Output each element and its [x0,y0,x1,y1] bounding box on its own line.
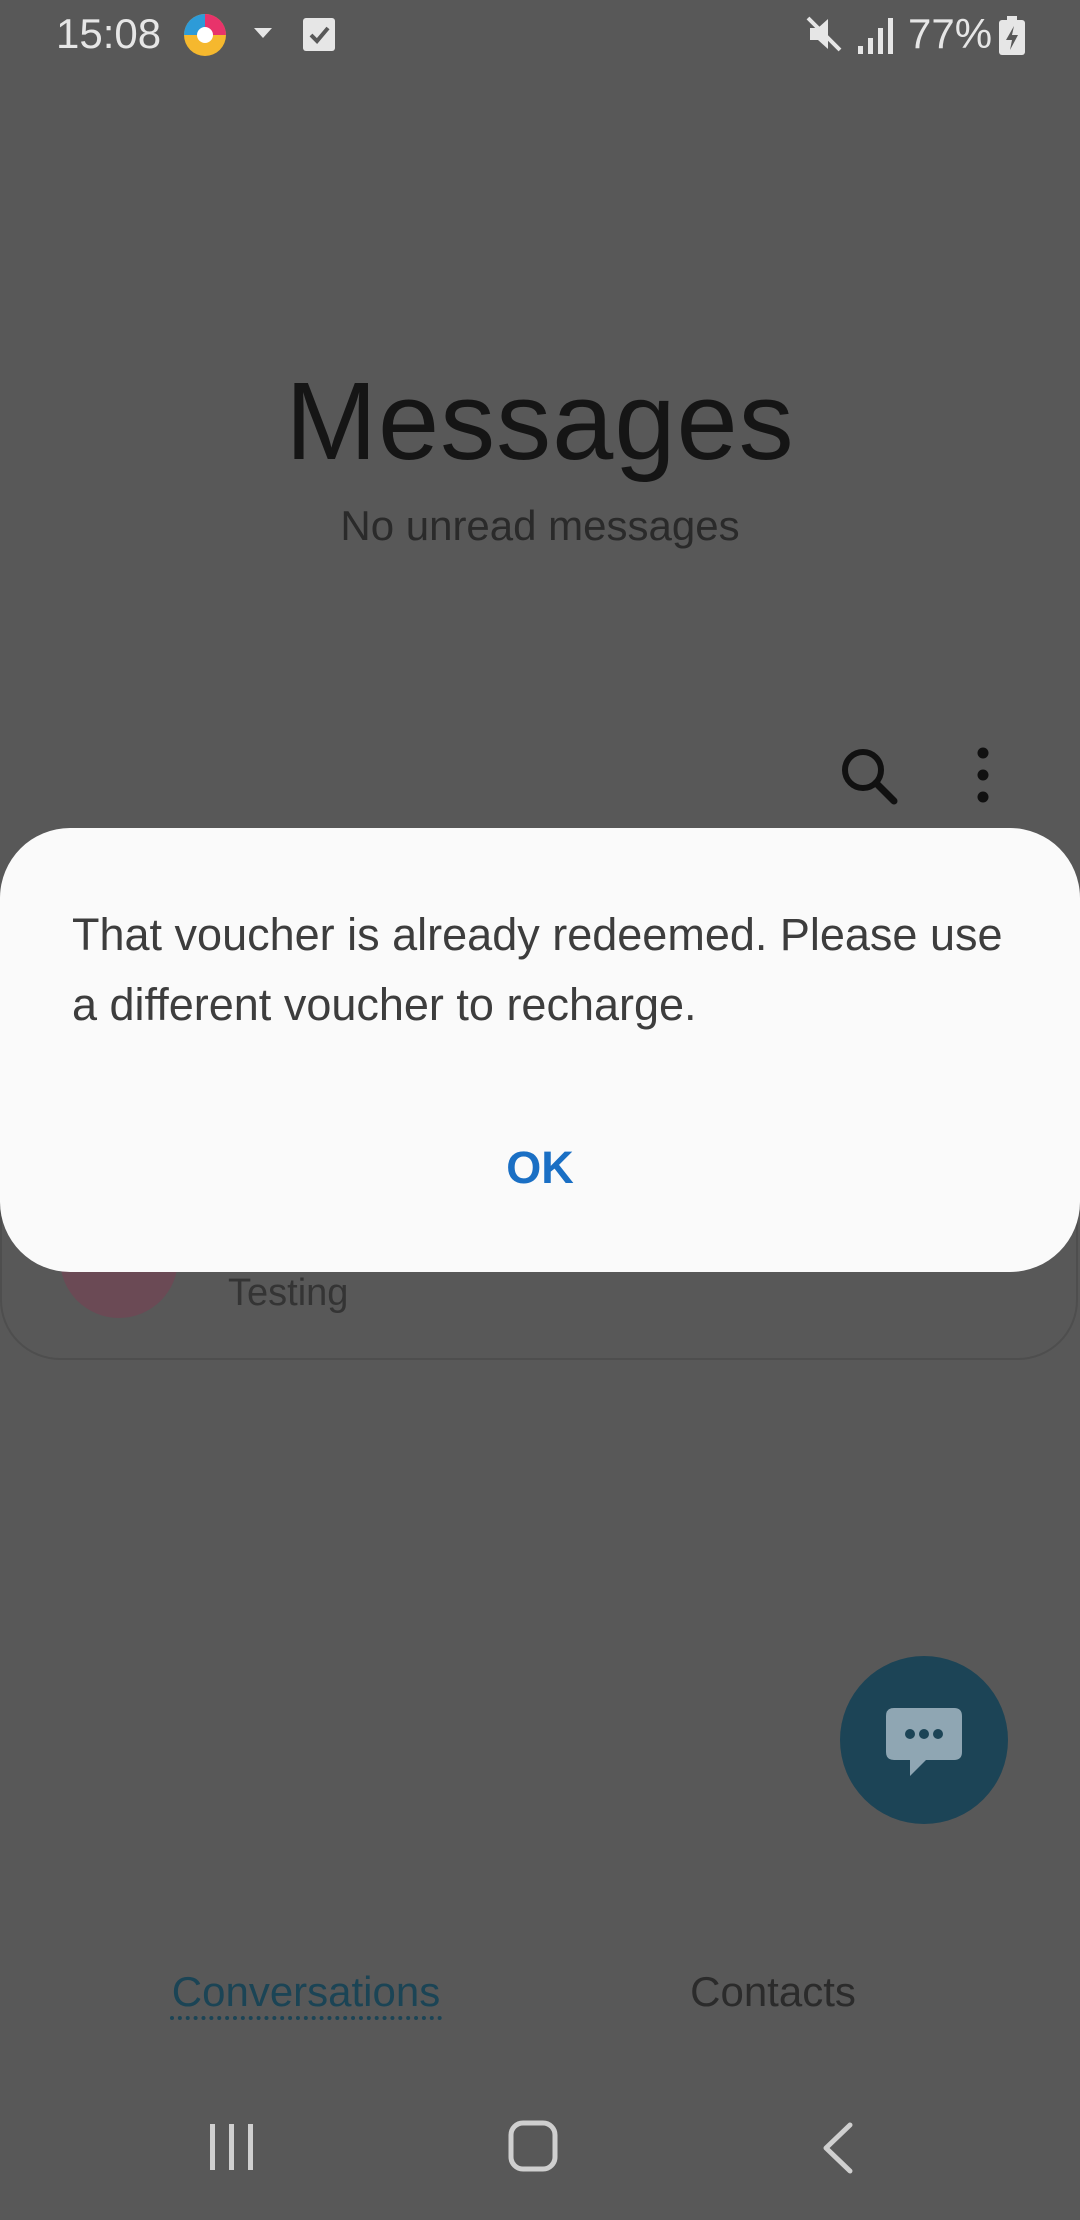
chat-bubble-icon [886,1708,962,1776]
status-time: 15:08 [56,10,162,57]
recent-apps-icon[interactable] [208,2122,256,2172]
battery-percent: 77% [908,10,993,57]
tab-conversations[interactable]: Conversations [170,1962,442,2022]
tab-contacts[interactable]: Contacts [686,1962,860,2022]
dialog-message: That voucher is already redeemed. Please… [72,909,1003,1030]
app-notification-icon [184,14,226,56]
ok-button[interactable]: OK [460,1128,620,1208]
compose-message-button[interactable] [840,1656,1008,1824]
status-bar: 15:08 77% [0,0,1080,72]
active-tab-indicator [170,2016,442,2020]
alert-dialog: That voucher is already redeemed. Please… [0,828,1080,1272]
conversation-snippet: Testing [228,1272,349,1314]
page-title: Messages [285,360,795,483]
home-icon[interactable] [508,2120,558,2172]
check-icon [303,18,335,51]
system-navigation-bar [0,2080,1080,2220]
battery-charging-icon [999,16,1025,55]
mute-icon [806,16,842,52]
search-icon[interactable] [838,745,898,805]
back-icon[interactable] [820,2122,854,2174]
dropdown-icon [254,28,272,38]
signal-icon [858,18,893,54]
unread-status: No unread messages [340,502,740,549]
more-options-icon[interactable] [968,745,998,805]
